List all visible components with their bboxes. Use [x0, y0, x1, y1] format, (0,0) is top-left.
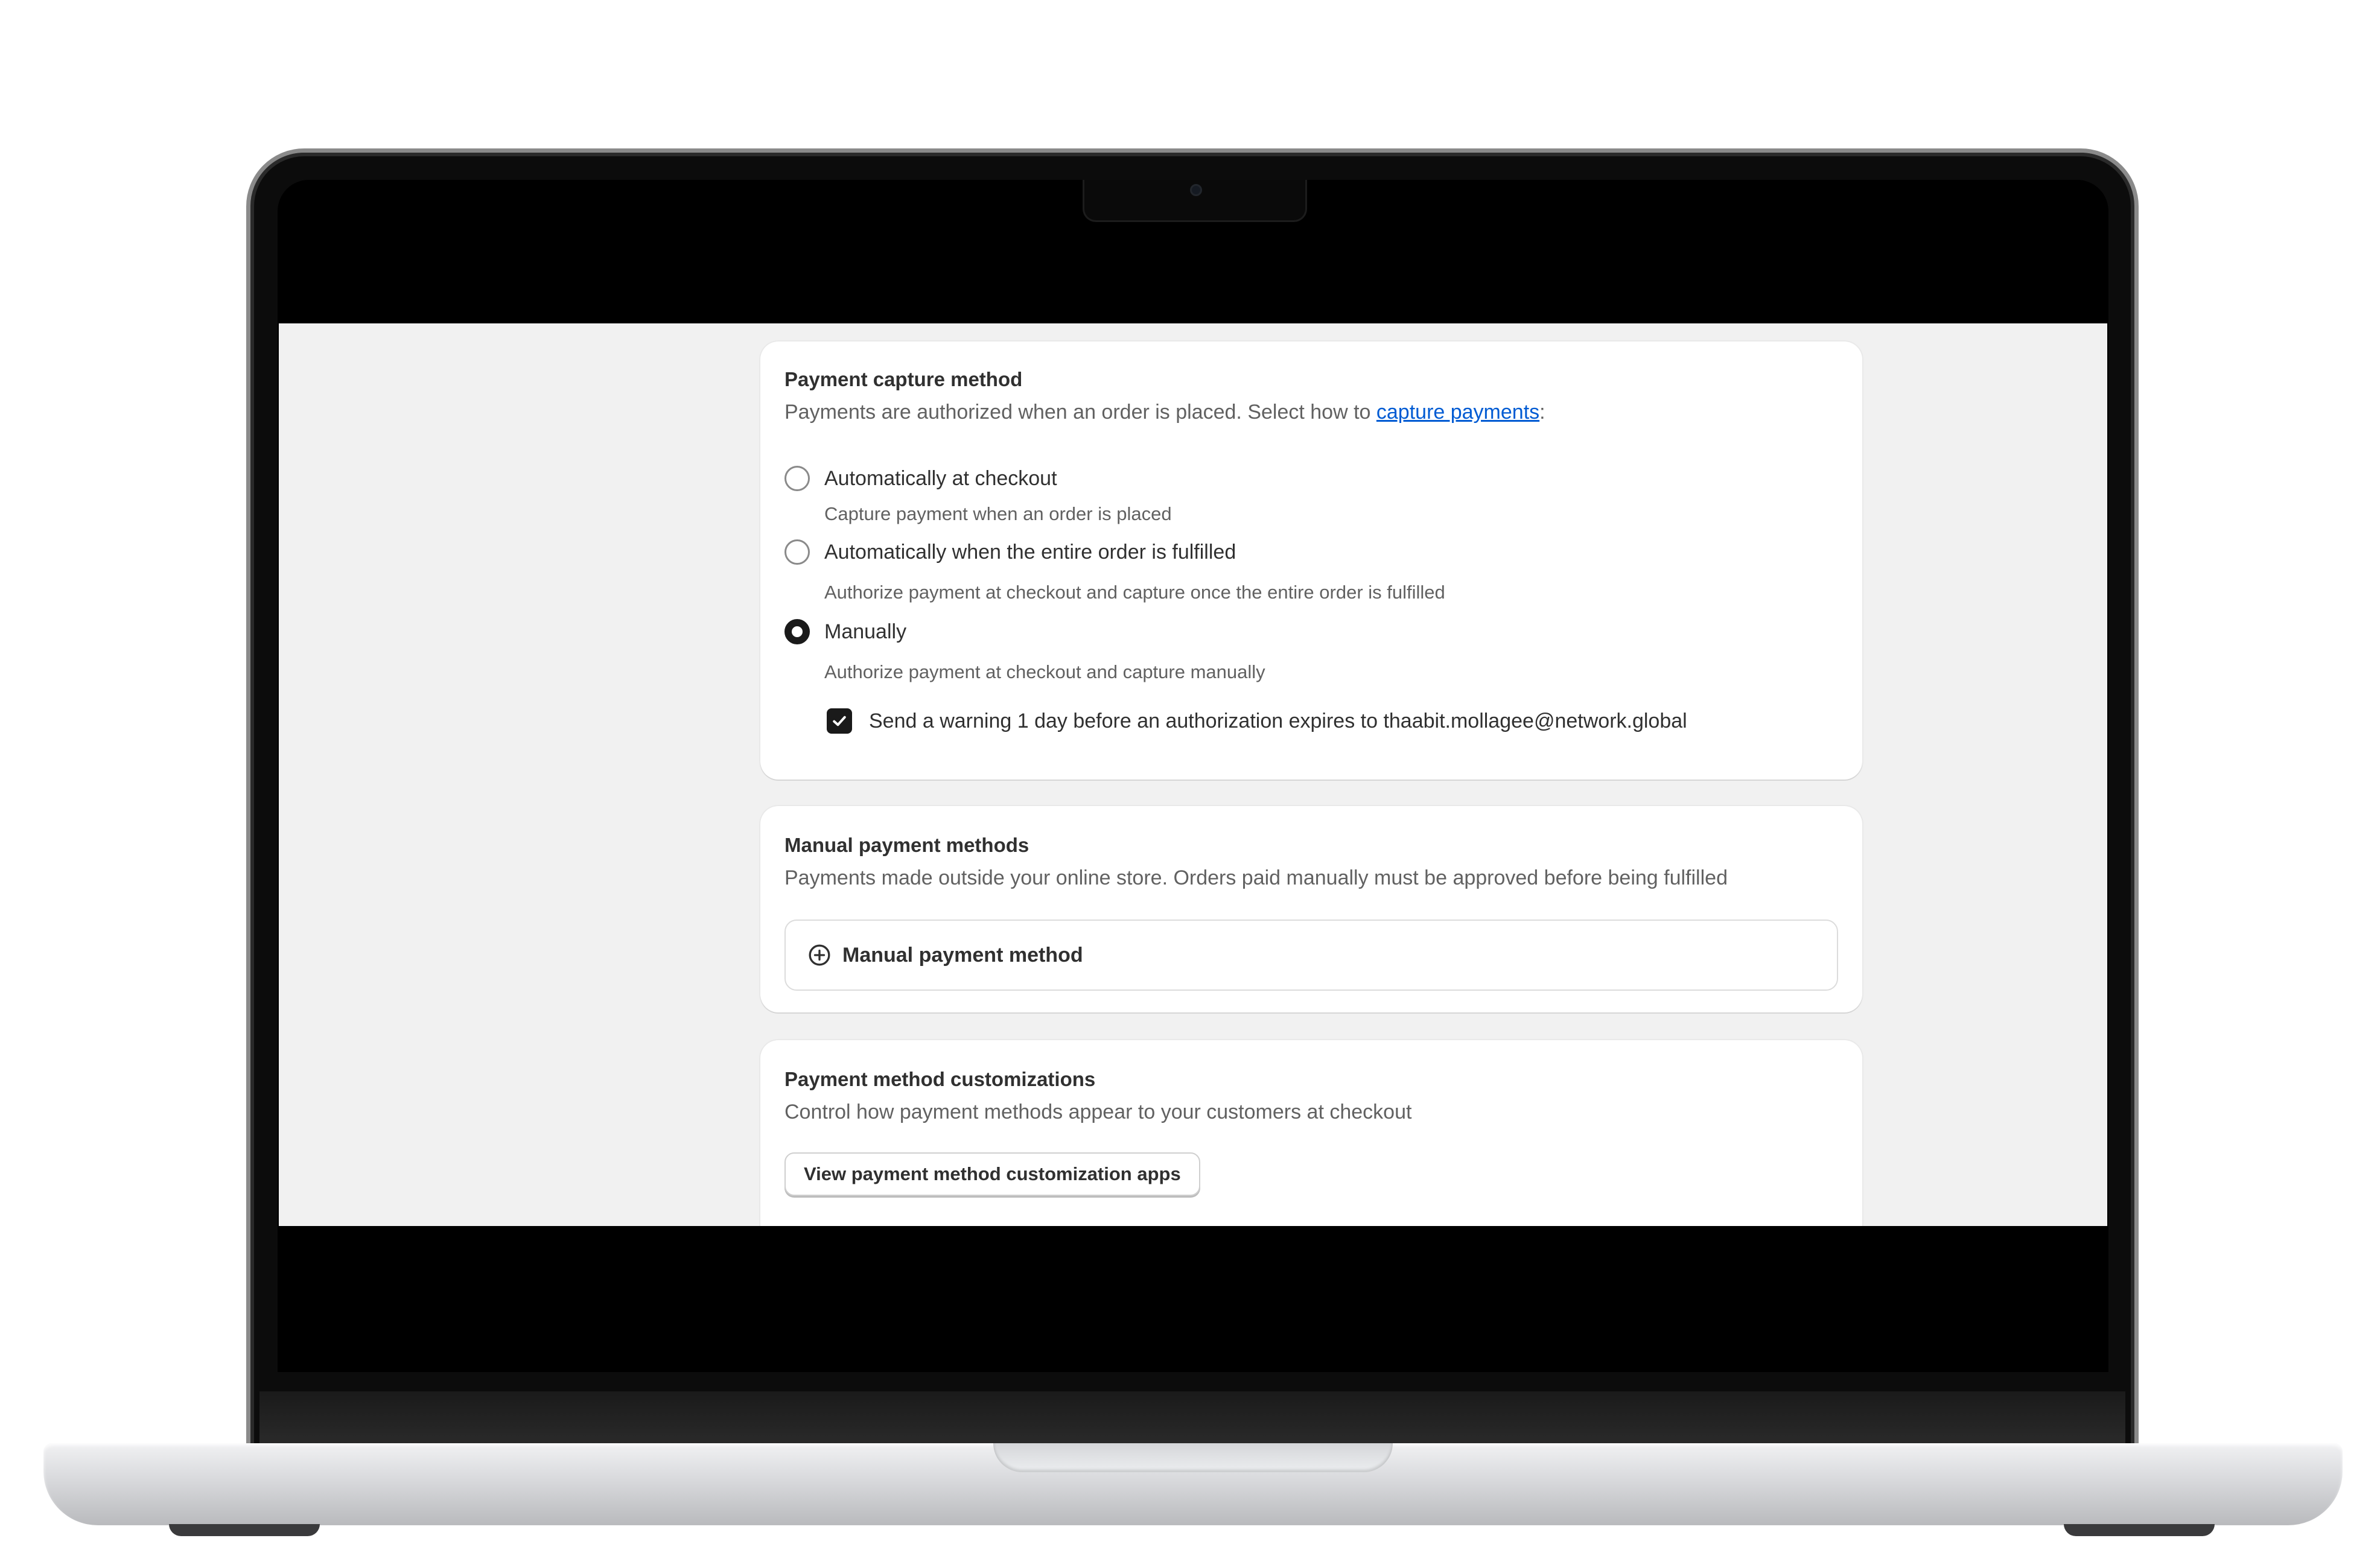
option-help: Authorize payment at checkout and captur…: [824, 661, 1265, 682]
customizations-title: Payment method customizations: [784, 1068, 1096, 1090]
payment-capture-card: Payment capture method Payments are auth…: [760, 341, 1862, 780]
laptop-foot-left: [169, 1524, 320, 1536]
laptop-hinge: [259, 1391, 2125, 1444]
option-help: Capture payment when an order is placed: [824, 503, 1172, 524]
checkmark-icon: [833, 716, 846, 726]
manual-title: Manual payment methods: [784, 834, 1029, 856]
option-help: Authorize payment at checkout and captur…: [824, 582, 1445, 603]
manual-payment-card: Manual payment methods Payments made out…: [760, 806, 1862, 1012]
customizations-subtitle: Control how payment methods appear to yo…: [784, 1101, 1412, 1123]
capture-subtitle-text: Payments are authorized when an order is…: [784, 401, 1376, 424]
plus-circle-icon: [809, 944, 830, 966]
laptop-opening-notch: [993, 1443, 1393, 1472]
manual-subtitle: Payments made outside your online store.…: [784, 866, 1728, 889]
add-manual-payment-label: Manual payment method: [842, 943, 1083, 967]
option-label: Manually: [824, 620, 907, 643]
laptop-mockup: Payment capture method Payments are auth…: [0, 0, 2380, 1547]
capture-payments-link[interactable]: capture payments: [1376, 401, 1539, 424]
add-manual-payment-button[interactable]: Manual payment method: [784, 920, 1838, 991]
radio-manually[interactable]: [784, 619, 810, 644]
radio-automatic-fulfilled[interactable]: [784, 539, 810, 565]
customizations-card: Payment method customizations Control ho…: [760, 1040, 1862, 1226]
option-automatic-fulfilled[interactable]: Automatically when the entire order is f…: [784, 539, 1236, 565]
warning-option[interactable]: Send a warning 1 day before an authoriza…: [827, 708, 1687, 734]
option-manually[interactable]: Manually: [784, 619, 906, 644]
option-automatic-checkout[interactable]: Automatically at checkout: [784, 466, 1057, 491]
option-label: Automatically when the entire order is f…: [824, 540, 1236, 564]
laptop-foot-right: [2064, 1524, 2215, 1536]
warning-label: Send a warning 1 day before an authoriza…: [869, 709, 1687, 732]
option-label: Automatically at checkout: [824, 466, 1057, 490]
warning-checkbox[interactable]: [827, 708, 852, 734]
capture-title: Payment capture method: [784, 368, 1023, 390]
view-customization-apps-button[interactable]: View payment method customization apps: [784, 1152, 1200, 1196]
capture-subtitle: Payments are authorized when an order is…: [784, 401, 1545, 424]
radio-automatic-checkout[interactable]: [784, 466, 810, 491]
camera-icon: [1190, 184, 1202, 196]
capture-subtitle-suffix: :: [1539, 401, 1545, 424]
screen: Payment capture method Payments are auth…: [279, 323, 2107, 1226]
